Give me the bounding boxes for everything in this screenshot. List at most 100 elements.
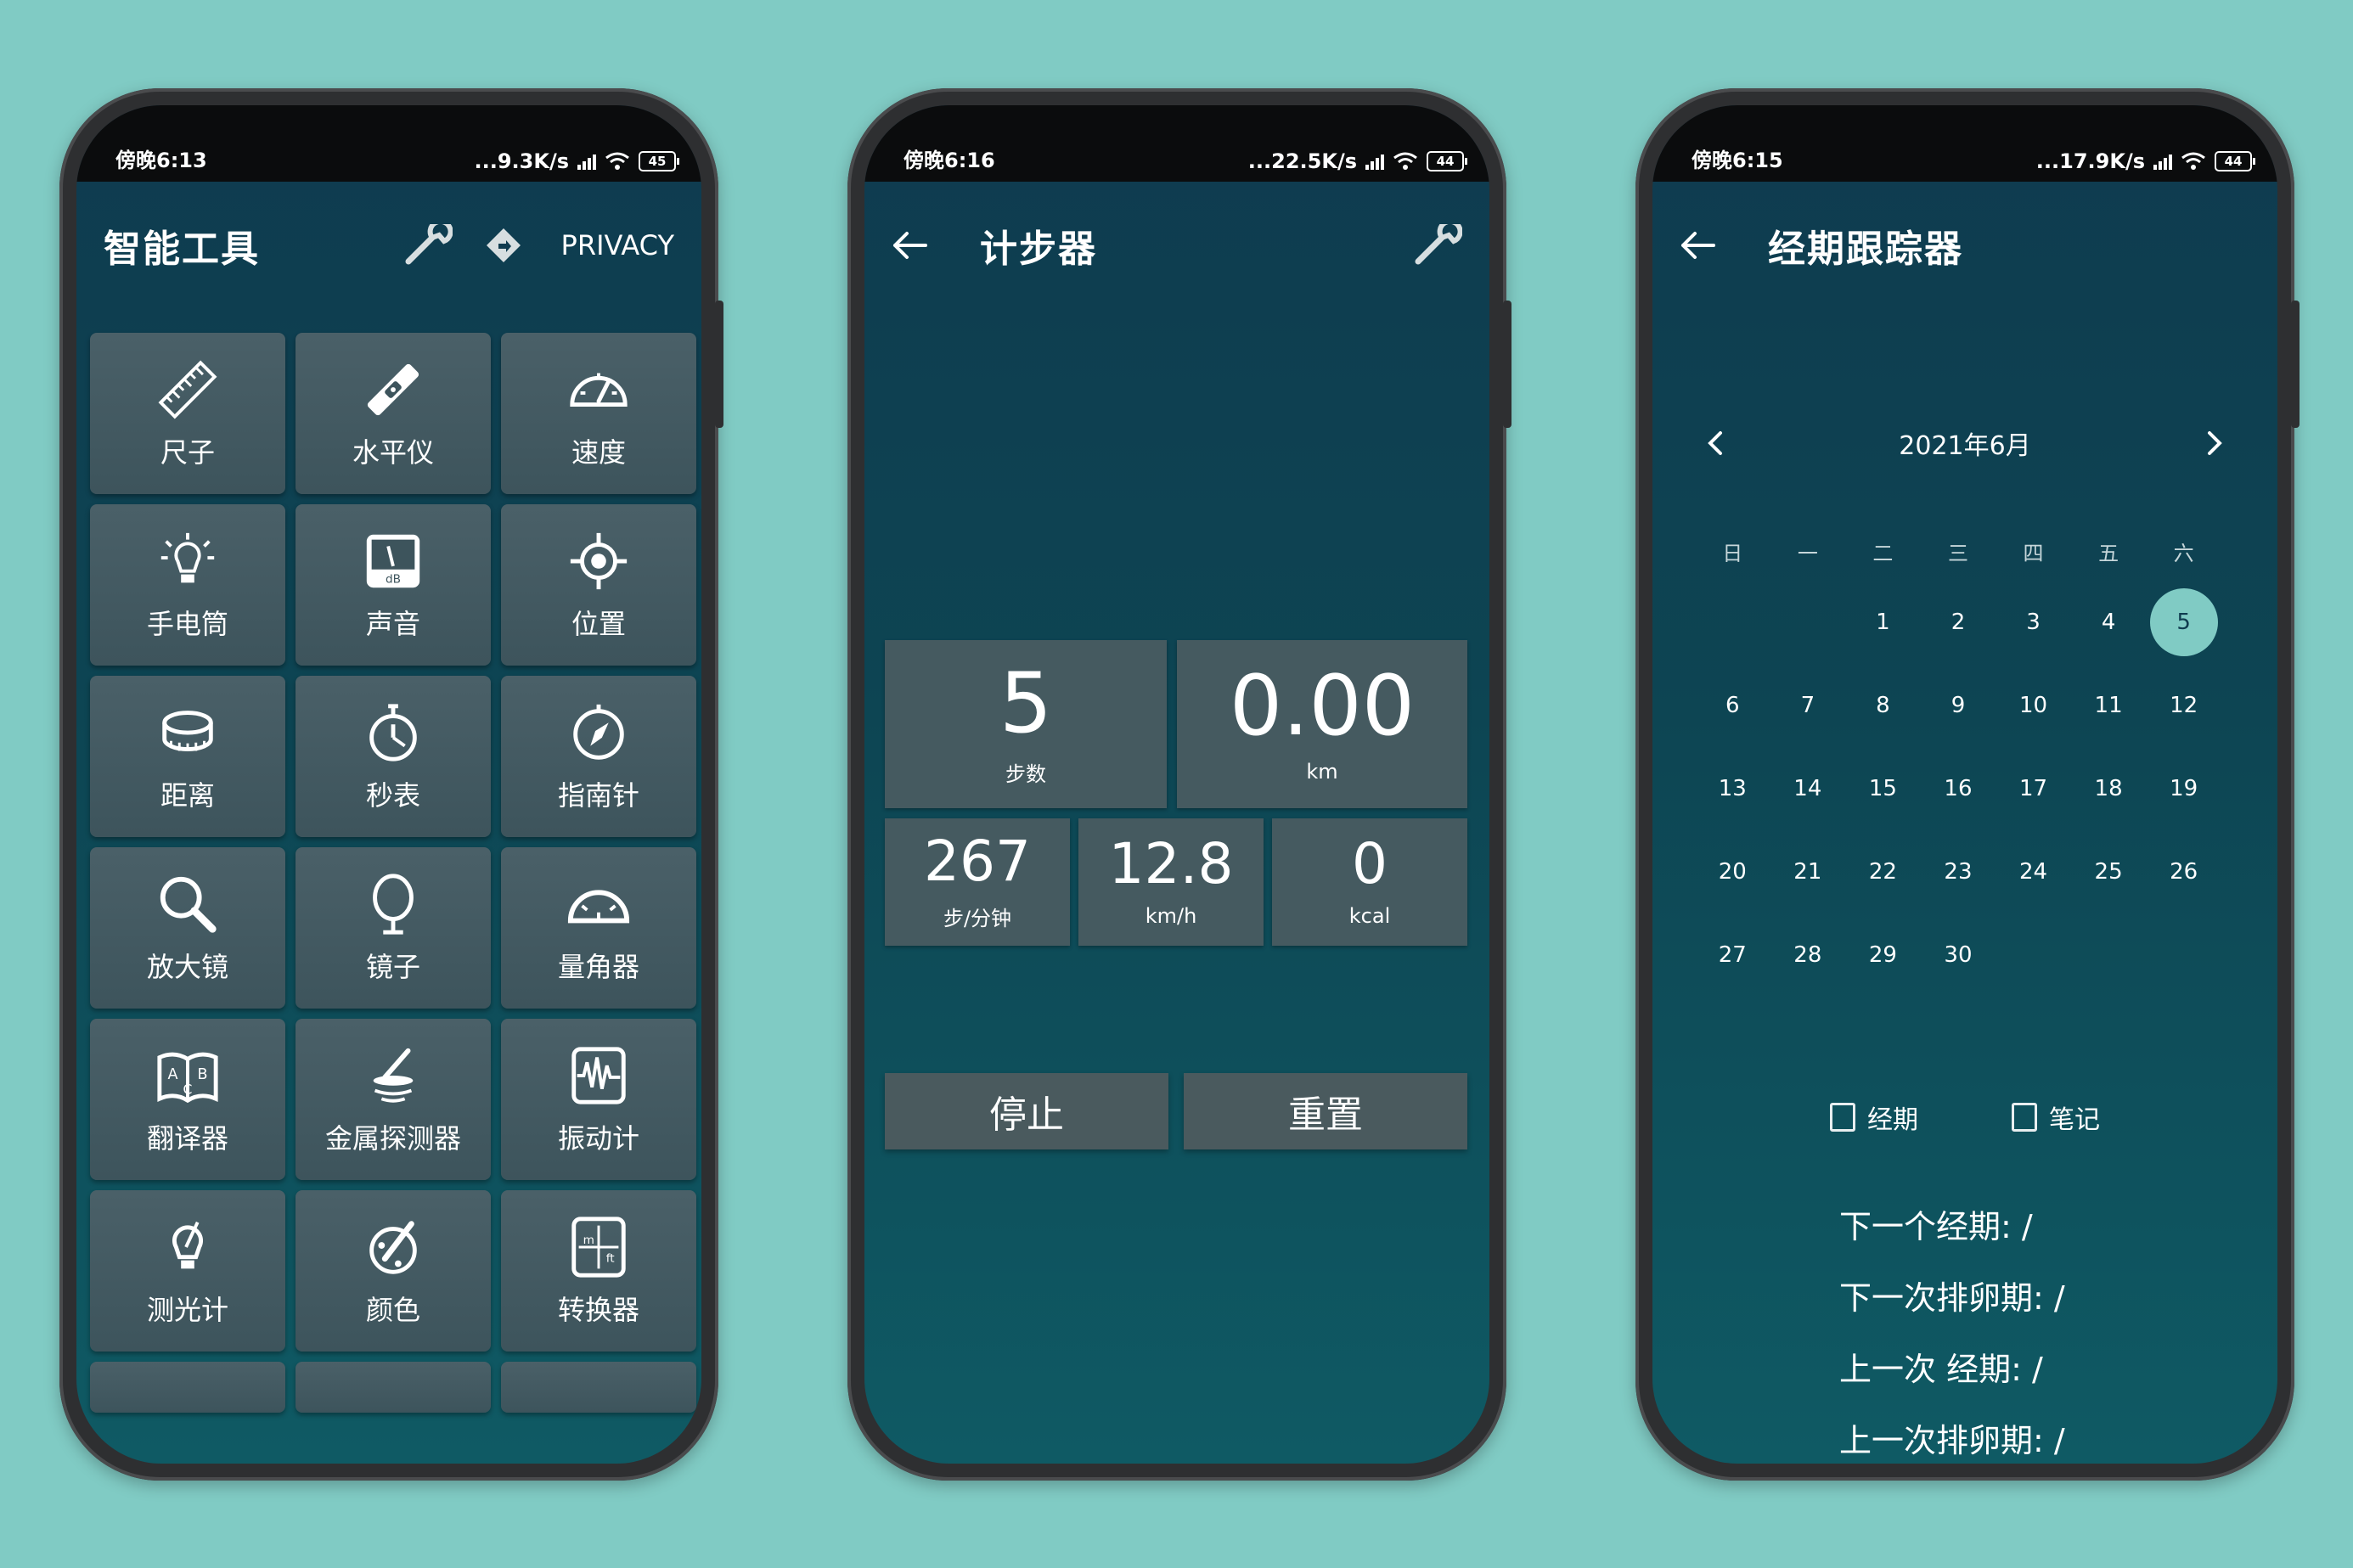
app-bar: 智能工具 PRIVACY [76, 182, 701, 309]
weekday-label: 五 [2098, 541, 2119, 565]
calendar-day[interactable]: 4 [2071, 581, 2147, 664]
calendar-month: 2021年6月 [1899, 431, 2031, 461]
tool-label: 位置 [571, 608, 626, 640]
calendar-day[interactable]: 9 [1921, 664, 1996, 747]
calendar-day-selected[interactable]: 5 [2146, 581, 2221, 664]
next-period: 下一个经期: / [1839, 1208, 2033, 1245]
wrench-icon[interactable] [403, 224, 453, 267]
calendar-day[interactable]: 2 [1921, 581, 1996, 664]
tool-compass[interactable]: 指南针 [501, 676, 696, 837]
app-bar: 计步器 [864, 182, 1489, 309]
period-checkbox[interactable]: 经期 [1830, 1099, 1918, 1136]
tool-mirror[interactable]: 镜子 [296, 847, 491, 1009]
weekday-label: 六 [2173, 541, 2194, 565]
calendar-day[interactable]: 18 [2071, 747, 2147, 830]
page-title: 经期跟踪器 [1768, 228, 1963, 271]
cadence-box: 267 步/分钟 [885, 818, 1070, 946]
next-month-icon[interactable] [2201, 428, 2226, 458]
tool-label: 镜子 [365, 951, 420, 983]
calendar-day[interactable]: 6 [1695, 664, 1770, 747]
calendar-day[interactable]: 11 [2071, 664, 2147, 747]
tool-converter[interactable]: m ft 转换器 [501, 1190, 696, 1352]
tool-vibration-meter[interactable]: 振动计 [501, 1019, 696, 1180]
calendar-day[interactable]: 14 [1770, 747, 1846, 830]
tool-magnifier[interactable]: 放大镜 [90, 847, 285, 1009]
wrench-icon[interactable] [1413, 224, 1462, 267]
tool-protractor[interactable]: 量角器 [501, 847, 696, 1009]
sound-meter-icon: dB [366, 534, 420, 588]
calendar-day[interactable]: 12 [2146, 664, 2221, 747]
phone-smart-tools: 傍晚6:13 ...9.3K/s 45 智能工具 PRIVACY 尺子 水平仪 … [59, 88, 723, 1481]
calendar-day[interactable]: 7 [1770, 664, 1846, 747]
screen: 傍晚6:16 ...22.5K/s 44 计步器 5 步数 0.00 km 26… [864, 105, 1489, 1464]
calendar-day[interactable]: 27 [1695, 913, 1770, 997]
tool-label: 速度 [571, 436, 626, 469]
back-arrow-icon[interactable] [892, 230, 929, 261]
tool-partial[interactable] [501, 1362, 696, 1413]
tool-label: 测光计 [146, 1294, 228, 1326]
tool-partial[interactable] [296, 1362, 491, 1413]
tool-translator[interactable]: A BC 翻译器 [90, 1019, 285, 1180]
calendar-day[interactable]: 20 [1695, 830, 1770, 913]
signal-icon [2153, 153, 2172, 170]
tool-flashlight[interactable]: 手电筒 [90, 504, 285, 666]
tool-level[interactable]: 水平仪 [296, 333, 491, 494]
status-time: 傍晚6:13 [115, 149, 207, 172]
calendar-day[interactable]: 16 [1921, 747, 1996, 830]
calendar-day[interactable]: 24 [1996, 830, 2071, 913]
distance-value: 0.00 [1229, 658, 1416, 755]
calendar-day[interactable]: 3 [1996, 581, 2071, 664]
calendar-day[interactable]: 23 [1921, 830, 1996, 913]
calendar-day[interactable]: 10 [1996, 664, 2071, 747]
calendar-day[interactable]: 17 [1996, 747, 2071, 830]
ruler-icon [158, 360, 217, 419]
prev-month-icon[interactable] [1703, 428, 1729, 458]
tool-metal-detector[interactable]: 金属探测器 [296, 1019, 491, 1180]
calendar-day[interactable]: 21 [1770, 830, 1846, 913]
speed-value: 12.8 [1108, 831, 1234, 896]
calendar-day[interactable]: 8 [1845, 664, 1921, 747]
weekday-label: 四 [2023, 541, 2044, 565]
calendar-day[interactable]: 26 [2146, 830, 2221, 913]
calendar-day[interactable]: 22 [1845, 830, 1921, 913]
calendar-day[interactable]: 15 [1845, 747, 1921, 830]
tool-label: 翻译器 [146, 1122, 228, 1155]
stop-button[interactable]: 停止 [885, 1073, 1168, 1149]
checkbox-icon[interactable] [1830, 1103, 1855, 1132]
calendar-day[interactable]: 13 [1695, 747, 1770, 830]
checkbox-icon[interactable] [2012, 1103, 2037, 1132]
calendar-day[interactable]: 1 [1845, 581, 1921, 664]
steps-box: 5 步数 [885, 640, 1167, 808]
directions-icon[interactable] [485, 227, 522, 264]
svg-text:m: m [583, 1234, 594, 1247]
speed-label: km/h [1145, 904, 1197, 928]
back-arrow-icon[interactable] [1680, 230, 1717, 261]
calendar-day[interactable]: 30 [1921, 913, 1996, 997]
calendar-day[interactable]: 19 [2146, 747, 2221, 830]
tool-speed[interactable]: 速度 [501, 333, 696, 494]
tool-location[interactable]: 位置 [501, 504, 696, 666]
calendar-day[interactable]: 29 [1845, 913, 1921, 997]
tool-ruler[interactable]: 尺子 [90, 333, 285, 494]
note-checkbox[interactable]: 笔记 [2012, 1099, 2100, 1136]
tool-label: 量角器 [557, 951, 639, 983]
tool-label: 尺子 [160, 436, 215, 469]
signal-icon [1365, 153, 1384, 170]
reset-button[interactable]: 重置 [1184, 1073, 1467, 1149]
battery-icon: 44 [2215, 151, 2255, 171]
calendar-day[interactable]: 25 [2071, 830, 2147, 913]
svg-text:ft: ft [606, 1252, 616, 1266]
tool-color[interactable]: 颜色 [296, 1190, 491, 1352]
tool-stopwatch[interactable]: 秒表 [296, 676, 491, 837]
vibration-meter-icon [571, 1047, 626, 1104]
tool-partial[interactable] [90, 1362, 285, 1413]
cadence-label: 步/分钟 [943, 906, 1012, 930]
calendar-day[interactable]: 28 [1770, 913, 1846, 997]
wifi-icon [2181, 152, 2205, 170]
tool-distance[interactable]: 距离 [90, 676, 285, 837]
tool-light-meter[interactable]: 测光计 [90, 1190, 285, 1352]
privacy-link[interactable]: PRIVACY [561, 229, 674, 261]
svg-text:B: B [198, 1066, 208, 1083]
tool-sound[interactable]: dB 声音 [296, 504, 491, 666]
wifi-icon [1393, 152, 1417, 170]
